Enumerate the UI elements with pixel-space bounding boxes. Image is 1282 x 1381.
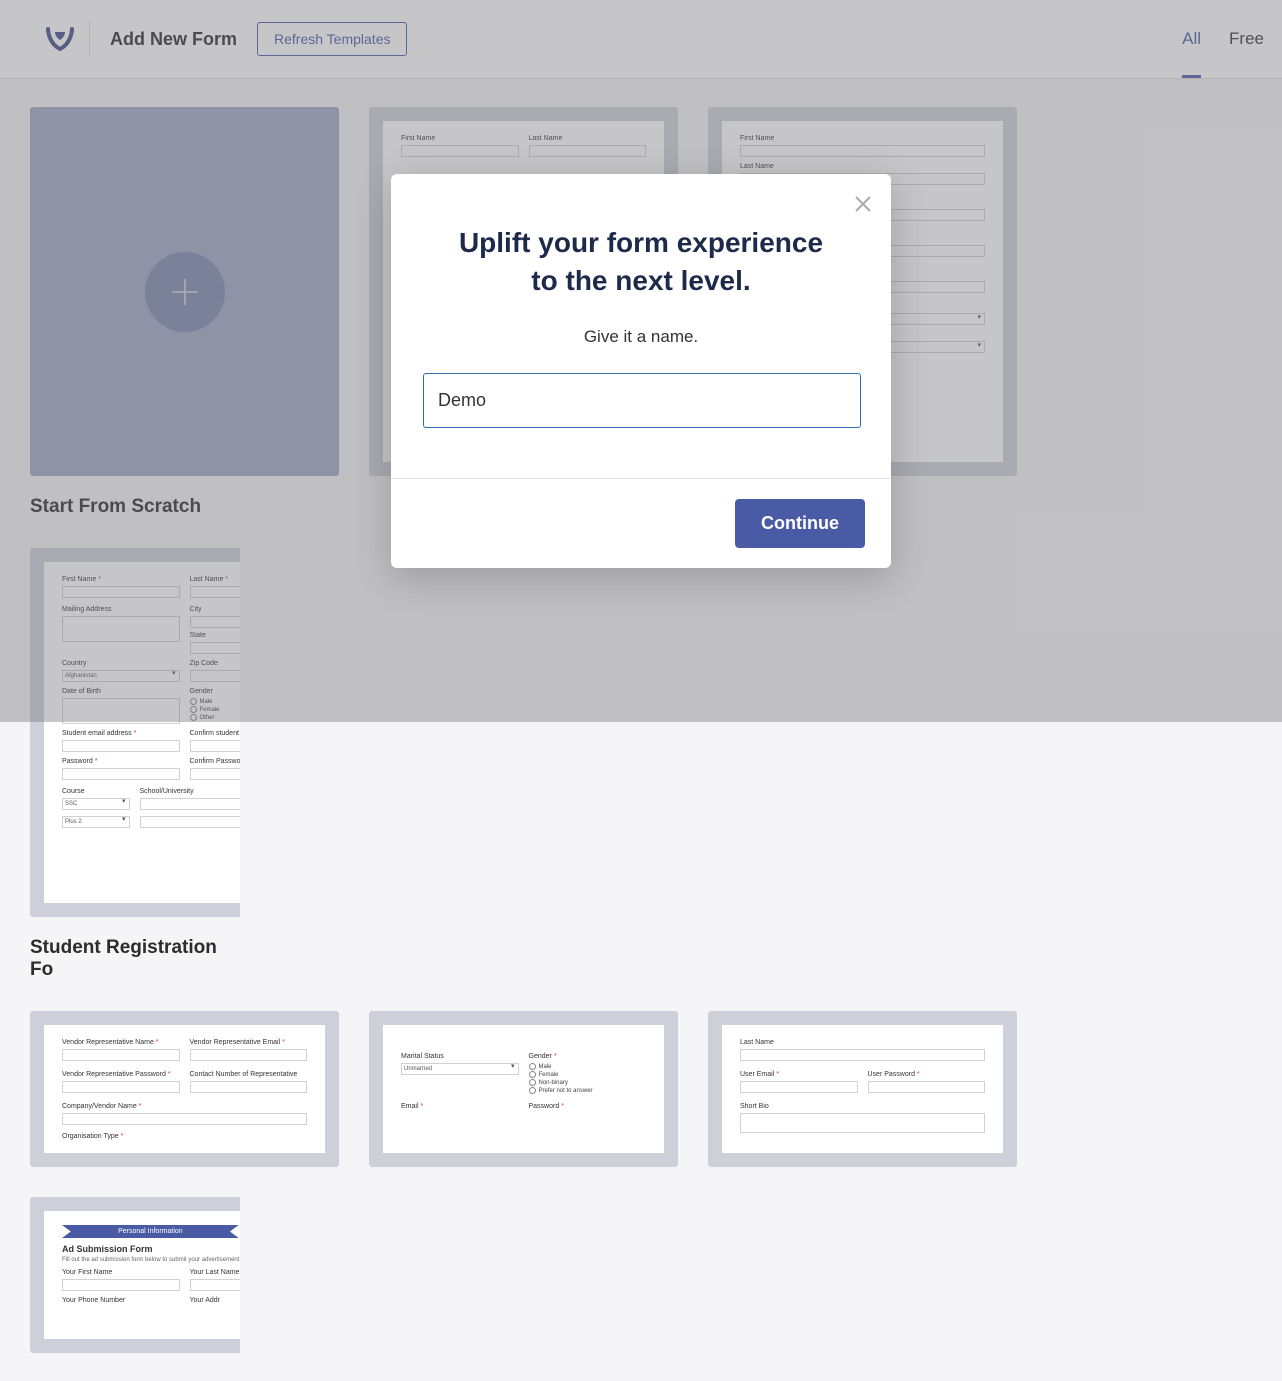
- modal-overlay: Uplift your form experience to the next …: [0, 0, 1282, 722]
- template-card[interactable]: Marital StatusUnmarried Gender * Male Fe…: [369, 1011, 678, 1167]
- close-icon: [853, 194, 873, 214]
- template-card[interactable]: Last Name User Email * User Password * S…: [708, 1011, 1017, 1167]
- modal-footer: Continue: [391, 478, 891, 568]
- new-form-modal: Uplift your form experience to the next …: [391, 174, 891, 569]
- template-grid-row2: Vendor Representative Name * Vendor Repr…: [30, 1011, 1252, 1353]
- form-name-input[interactable]: [423, 373, 861, 428]
- modal-subtitle: Give it a name.: [423, 327, 859, 347]
- template-thumb: Personal Information Ad Submission Form …: [30, 1197, 240, 1353]
- modal-title: Uplift your form experience to the next …: [423, 224, 859, 300]
- template-thumb: Marital StatusUnmarried Gender * Male Fe…: [369, 1011, 678, 1167]
- card-title: Student Registration Fo: [30, 937, 240, 981]
- template-card[interactable]: Personal Information Ad Submission Form …: [30, 1197, 240, 1353]
- template-card[interactable]: Vendor Representative Name * Vendor Repr…: [30, 1011, 339, 1167]
- continue-button[interactable]: Continue: [735, 499, 865, 548]
- template-thumb: Vendor Representative Name * Vendor Repr…: [30, 1011, 339, 1167]
- close-button[interactable]: [853, 194, 873, 219]
- template-thumb: Last Name User Email * User Password * S…: [708, 1011, 1017, 1167]
